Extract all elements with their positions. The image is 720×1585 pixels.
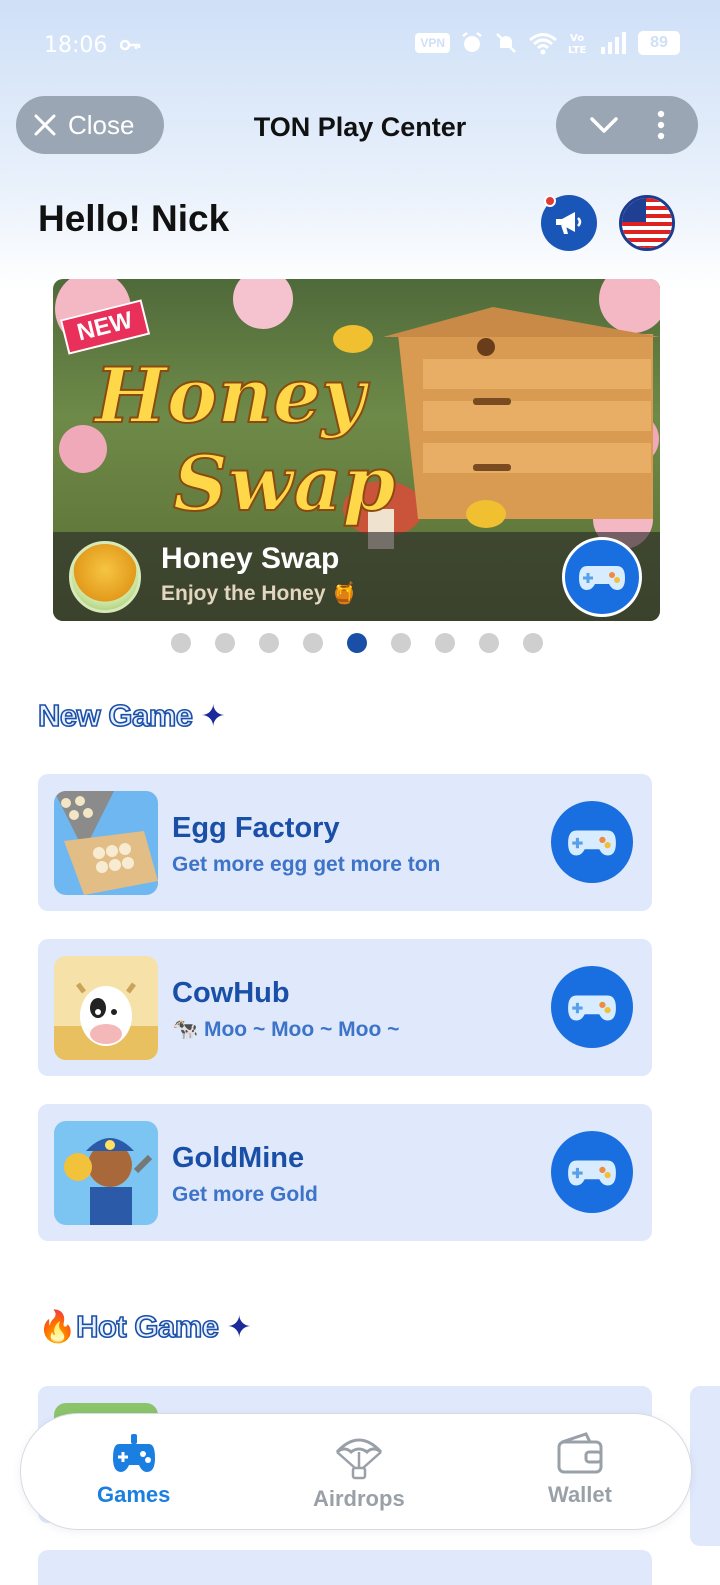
cowhub-thumbnail: [54, 956, 158, 1060]
notification-dot: [544, 195, 556, 207]
wifi-icon: [529, 33, 557, 55]
gamepad-icon: [579, 566, 625, 590]
game-card-hot-2[interactable]: [38, 1550, 652, 1585]
gamepad-icon: [112, 1434, 155, 1472]
parachute-icon: [335, 1438, 382, 1480]
pagination-dot-active[interactable]: [347, 633, 367, 653]
banner-pagination: [171, 633, 543, 653]
pagination-dot[interactable]: [259, 633, 279, 653]
pagination-dot[interactable]: [215, 633, 235, 653]
game-subtitle: Get more Gold: [172, 1183, 318, 1206]
banner-art-title-2: Swap: [172, 438, 397, 529]
new-game-section-title: New Game ✦: [37, 697, 226, 734]
status-icons: VPN Vo LTE 89: [415, 30, 680, 56]
vpn-badge: VPN: [415, 33, 450, 53]
svg-text:LTE: LTE: [568, 45, 587, 56]
bottom-navigation: Games Airdrops Wallet: [20, 1413, 692, 1530]
nav-item-airdrops[interactable]: Airdrops: [313, 1432, 405, 1512]
featured-banner[interactable]: NEW Honey Swap Honey Swap Enjoy the Hone…: [53, 279, 660, 621]
nav-item-wallet[interactable]: Wallet: [548, 1432, 612, 1508]
banner-subtitle: Enjoy the Honey 🍯: [161, 582, 358, 605]
status-time: 18:06: [44, 33, 108, 58]
chevron-down-icon[interactable]: [589, 115, 619, 135]
battery-indicator: 89: [638, 31, 680, 55]
key-icon: [120, 39, 141, 51]
nav-label-wallet: Wallet: [548, 1482, 612, 1507]
gamepad-icon: [568, 995, 616, 1021]
nav-label-airdrops: Airdrops: [313, 1486, 405, 1511]
game-card-egg-factory[interactable]: Egg Factory Get more egg get more ton: [38, 774, 652, 911]
more-options-icon[interactable]: [656, 110, 666, 140]
pagination-dot[interactable]: [435, 633, 455, 653]
volte-icon: Vo LTE: [568, 33, 587, 56]
status-bar: 18:06 VPN Vo LTE 89: [0, 0, 720, 90]
game-title: CowHub: [172, 977, 290, 1009]
egg-factory-thumbnail: [54, 791, 158, 895]
honey-swap-avatar: [69, 541, 141, 613]
game-card-cowhub[interactable]: CowHub 🐄 Moo ~ Moo ~ Moo ~: [38, 939, 652, 1076]
pagination-dot[interactable]: [479, 633, 499, 653]
game-subtitle: 🐄 Moo ~ Moo ~ Moo ~: [172, 1018, 400, 1041]
game-title: Egg Factory: [172, 812, 340, 844]
pagination-dot[interactable]: [391, 633, 411, 653]
game-card-goldmine[interactable]: GoldMine Get more Gold: [38, 1104, 652, 1241]
gamepad-icon: [568, 1160, 616, 1186]
language-button[interactable]: [619, 195, 675, 251]
sparkle-icon: ✦: [226, 1311, 252, 1344]
sparkle-icon: ✦: [200, 700, 226, 733]
megaphone-icon: [556, 212, 582, 234]
banner-play-button[interactable]: [562, 537, 642, 617]
mute-icon: [496, 33, 516, 53]
game-title: GoldMine: [172, 1142, 305, 1174]
us-flag-icon: [622, 198, 672, 248]
nav-label-games: Games: [97, 1482, 171, 1507]
goldmine-thumbnail: [54, 1121, 158, 1225]
app-menu-pill: [556, 96, 698, 154]
hot-game-section-title: 🔥Hot Game ✦: [38, 1308, 252, 1345]
play-button[interactable]: [551, 966, 633, 1048]
hot-game-title-text: Hot Game: [75, 1308, 220, 1345]
pagination-dot[interactable]: [303, 633, 323, 653]
game-subtitle: Get more egg get more ton: [172, 853, 441, 876]
greeting-text: Hello! Nick: [38, 198, 230, 239]
fire-icon: 🔥: [38, 1309, 77, 1344]
signal-icon: [601, 32, 626, 54]
alarm-icon: [462, 32, 482, 52]
nav-item-games[interactable]: Games: [97, 1432, 170, 1508]
hot-game-card-peek: [690, 1386, 720, 1546]
svg-text:Vo: Vo: [570, 33, 584, 44]
banner-caption: Honey Swap Enjoy the Honey 🍯: [53, 532, 660, 621]
gamepad-icon: [568, 830, 616, 856]
new-game-title-text: New Game: [37, 697, 194, 734]
play-button[interactable]: [551, 1131, 633, 1213]
pagination-dot[interactable]: [171, 633, 191, 653]
banner-title: Honey Swap: [161, 542, 340, 575]
banner-art-title-1: Honey: [94, 350, 366, 441]
pagination-dot[interactable]: [523, 633, 543, 653]
play-button[interactable]: [551, 801, 633, 883]
wallet-icon: [557, 1432, 603, 1474]
